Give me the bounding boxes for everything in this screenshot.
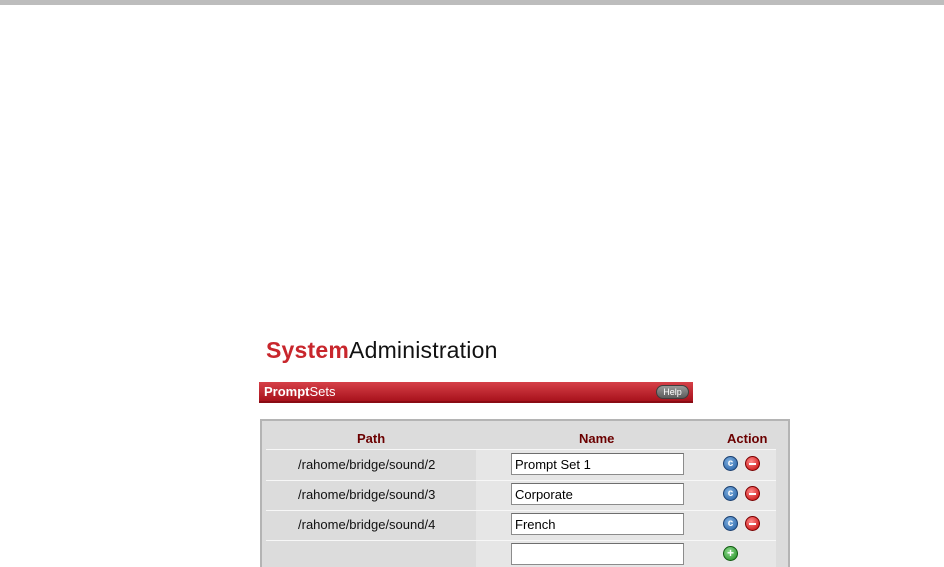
section-title-sets: Sets — [309, 384, 336, 399]
page-title-administration: Administration — [349, 337, 498, 363]
section-title-prompt: Prompt — [264, 384, 310, 399]
prompt-sets-table: Path Name Action /rahome/bridge/sound/2 … — [260, 419, 790, 567]
minus-icon[interactable] — [745, 516, 760, 531]
page-title: SystemAdministration — [266, 336, 498, 364]
page-title-system: System — [266, 337, 350, 363]
column-header-path: Path — [357, 431, 386, 446]
copy-icon[interactable]: c — [723, 456, 738, 471]
plus-icon[interactable]: + — [723, 546, 738, 561]
section-header-prompt-sets: PromptSets Help — [259, 382, 693, 403]
row-path: /rahome/bridge/sound/2 — [298, 457, 436, 472]
copy-icon[interactable]: c — [723, 486, 738, 501]
column-header-name: Name — [579, 431, 615, 446]
row-path: /rahome/bridge/sound/3 — [298, 487, 436, 502]
new-prompt-set-name-input[interactable] — [511, 543, 684, 565]
prompt-set-name-input[interactable] — [511, 453, 684, 475]
prompt-set-name-input[interactable] — [511, 483, 684, 505]
top-rule — [0, 0, 944, 5]
minus-icon[interactable] — [745, 456, 760, 471]
minus-icon[interactable] — [745, 486, 760, 501]
row-path: /rahome/bridge/sound/4 — [298, 517, 436, 532]
help-button[interactable]: Help — [656, 385, 689, 399]
prompt-set-name-input[interactable] — [511, 513, 684, 535]
copy-icon[interactable]: c — [723, 516, 738, 531]
column-header-action: Action — [727, 431, 768, 446]
